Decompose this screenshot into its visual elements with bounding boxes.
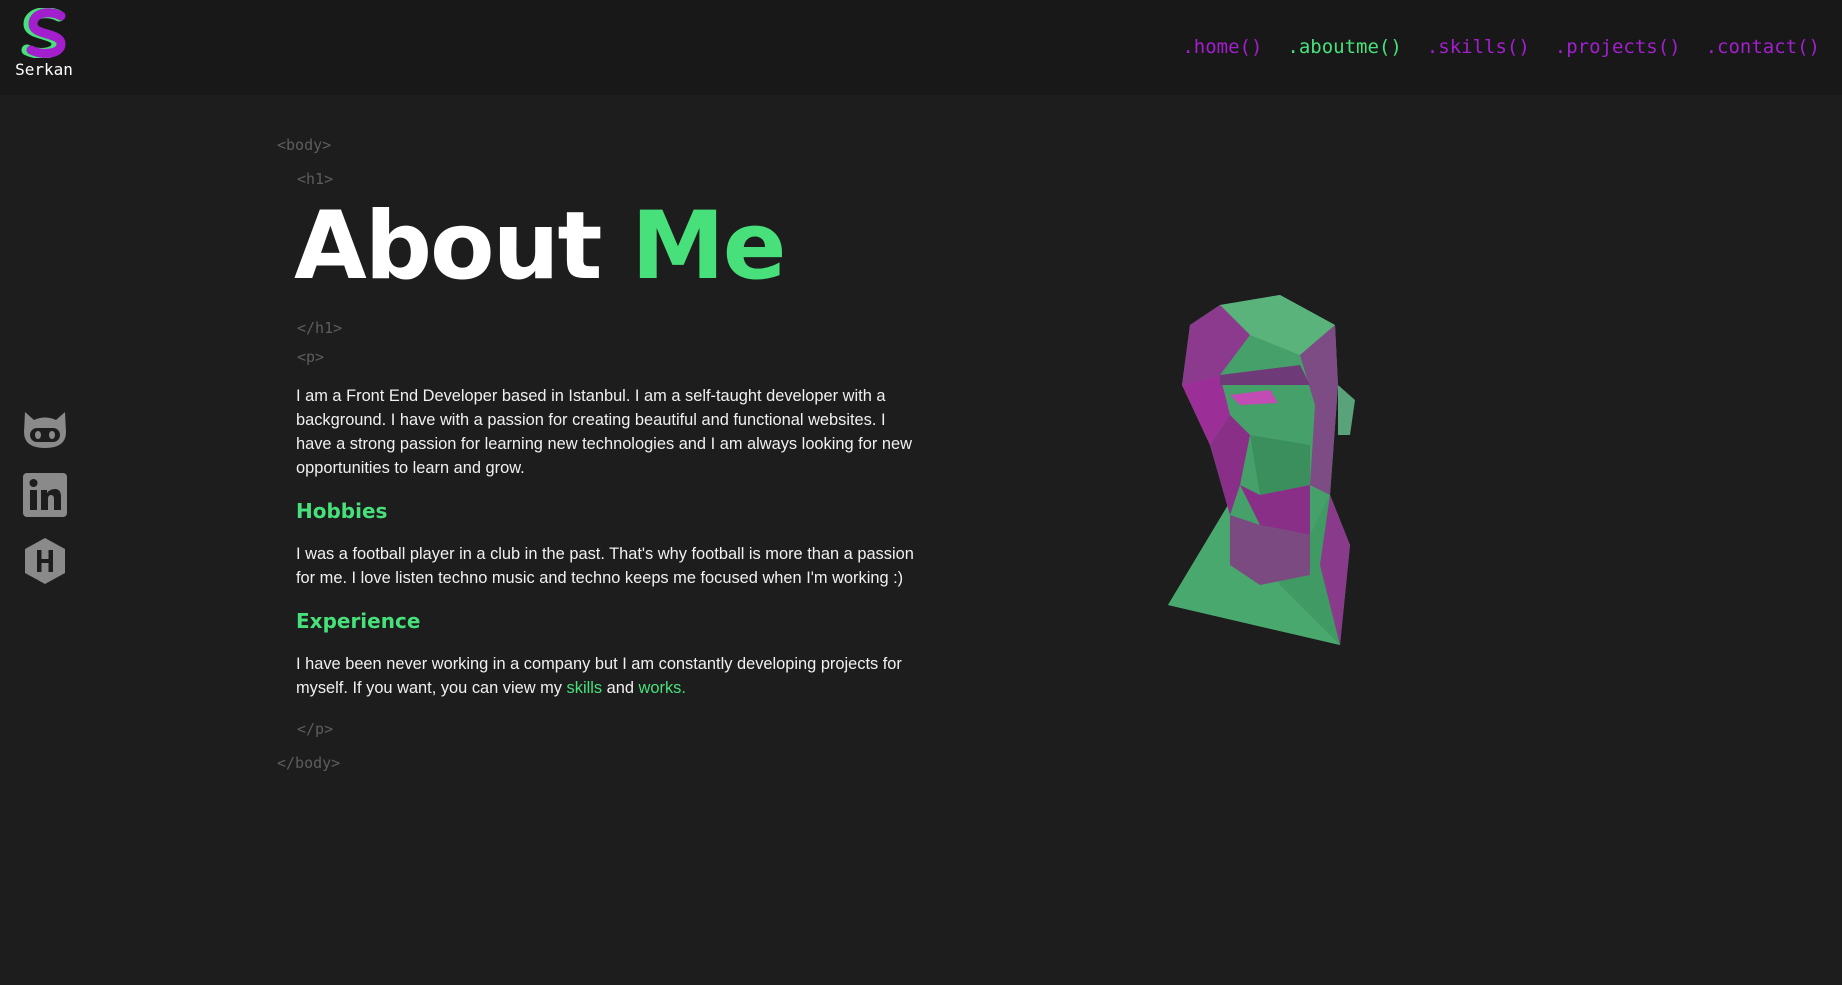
tag-body-close: </body>: [277, 754, 341, 772]
github-icon[interactable]: [20, 404, 70, 454]
nav-aboutme[interactable]: .aboutme(): [1287, 36, 1401, 58]
experience-heading: Experience: [296, 609, 421, 633]
tag-h1-close: </h1>: [297, 319, 343, 337]
main-nav: .home() .aboutme() .skills() .projects()…: [1182, 36, 1820, 58]
brand-logo[interactable]: Serkan: [15, 8, 73, 79]
title-about: About: [294, 192, 602, 301]
hobbies-paragraph: I was a football player in a club in the…: [296, 545, 914, 587]
low-poly-head-illustration: [1160, 285, 1360, 660]
linkedin-icon[interactable]: [20, 470, 70, 520]
skills-link[interactable]: skills: [567, 679, 603, 697]
tag-h1-open: <h1>: [297, 170, 334, 188]
title-me: Me: [631, 192, 786, 301]
tag-p-close: </p>: [297, 720, 334, 738]
works-link[interactable]: works.: [639, 679, 686, 697]
nav-projects[interactable]: .projects(): [1555, 36, 1681, 58]
social-links: [20, 404, 70, 602]
experience-paragraph: I have been never working in a company b…: [296, 652, 916, 700]
hackerrank-icon[interactable]: [20, 536, 70, 586]
s-logo-icon: [21, 8, 66, 58]
nav-home[interactable]: .home(): [1182, 36, 1262, 58]
brand-name: Serkan: [15, 60, 73, 79]
tag-body-open: <body>: [277, 136, 332, 154]
site-header: Serkan .home() .aboutme() .skills() .pro…: [0, 0, 1842, 95]
hobbies-heading: Hobbies: [296, 499, 388, 523]
and-text: and: [602, 679, 639, 697]
page-title: About Me: [294, 200, 787, 294]
nav-contact[interactable]: .contact(): [1706, 36, 1820, 58]
intro-paragraph: I am a Front End Developer based in Ista…: [296, 387, 912, 477]
tag-p-open: <p>: [297, 348, 325, 366]
nav-skills[interactable]: .skills(): [1427, 36, 1530, 58]
